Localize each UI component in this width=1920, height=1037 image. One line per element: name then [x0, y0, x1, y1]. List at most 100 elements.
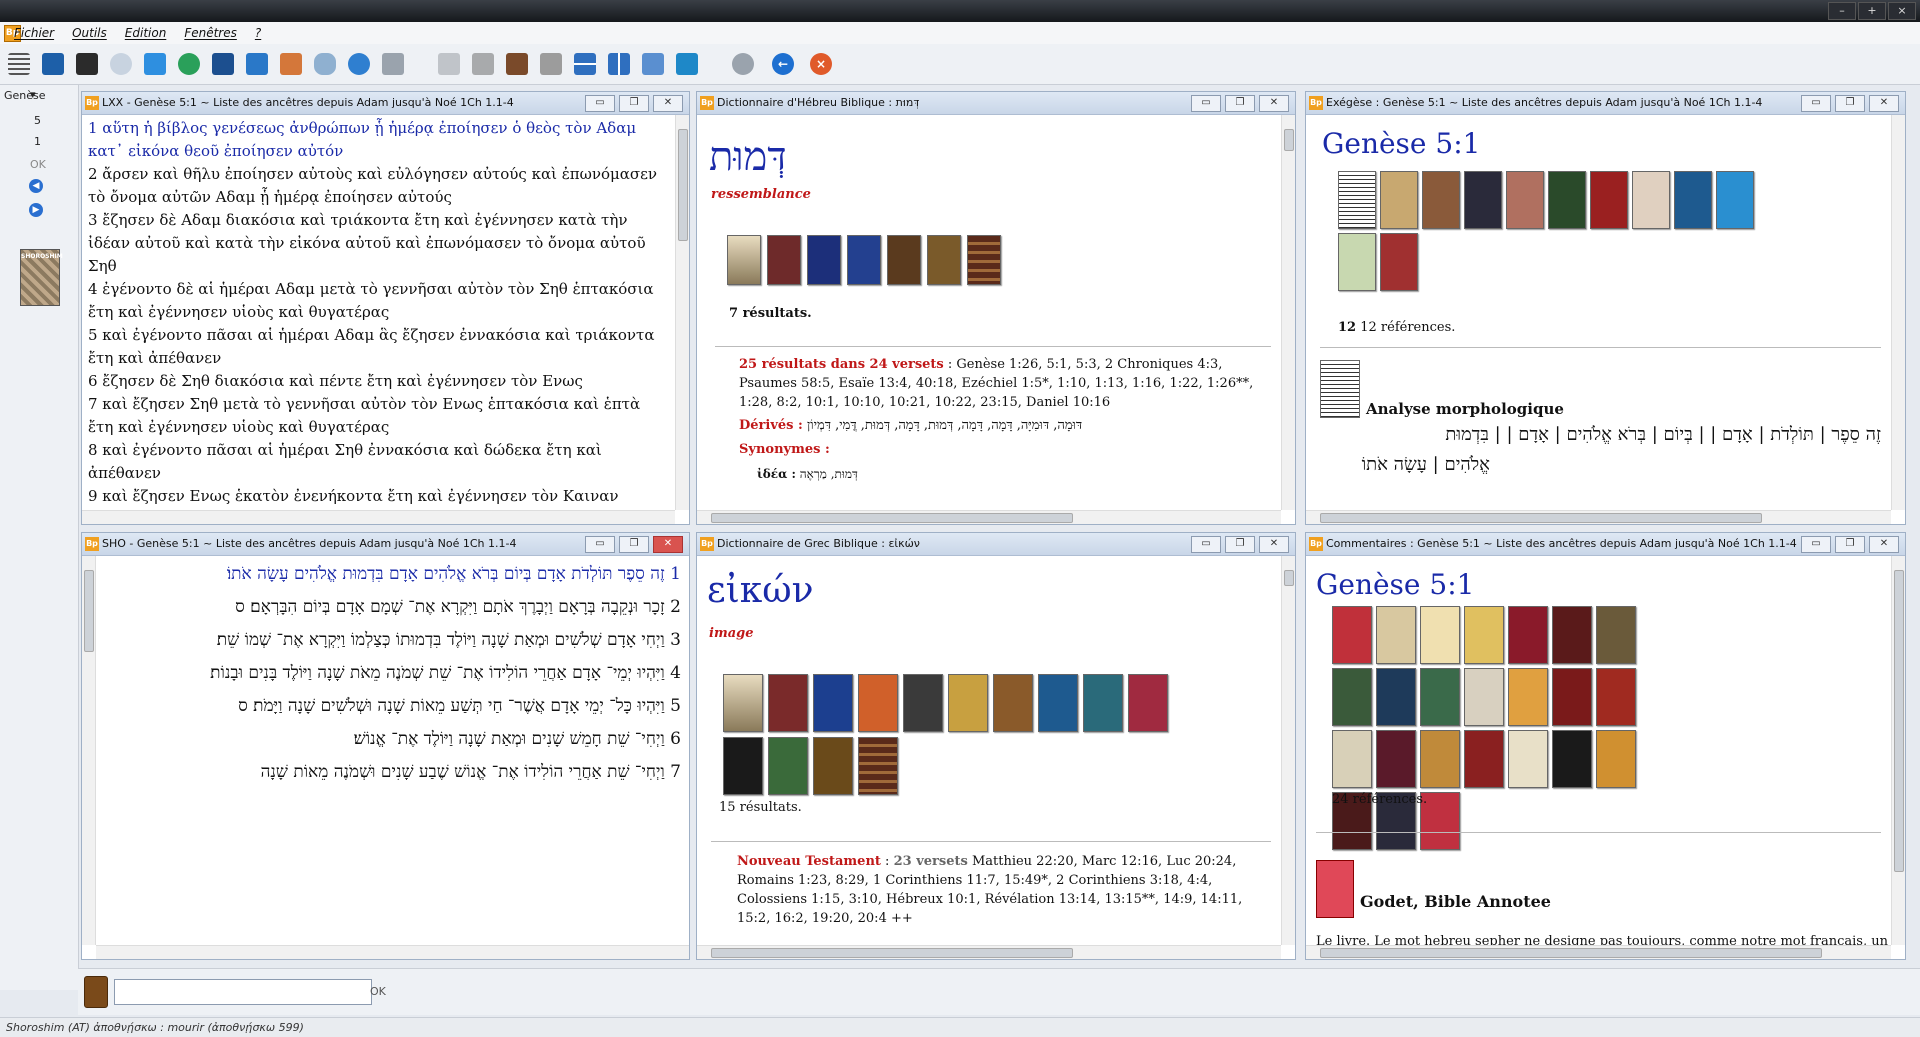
monitor-icon[interactable]: [672, 50, 702, 78]
chevron-down-icon[interactable]: ▾: [30, 88, 36, 101]
book-cover[interactable]: [1508, 606, 1548, 664]
book-cover[interactable]: [1380, 233, 1418, 291]
book-cover[interactable]: [1083, 674, 1123, 732]
restore-button[interactable]: ❐: [619, 95, 649, 112]
book-cover[interactable]: [813, 674, 853, 732]
book-cover[interactable]: [813, 737, 853, 795]
verse[interactable]: 5 καὶ ἐγένοντο πᾶσαι αἱ ἡμέραι Αδαμ ἃς ἔ…: [88, 324, 669, 370]
verse[interactable]: 3 ἔζησεν δὲ Αδαμ διακόσια καὶ τριάκοντα …: [88, 209, 669, 278]
verse[interactable]: 9 καὶ ἔζησεν Ενως ἑκατὸν ἐνενήκοντα ἔτη …: [88, 485, 669, 508]
copy-icon[interactable]: [242, 50, 272, 78]
book-cover[interactable]: [1508, 668, 1548, 726]
open-folder-icon[interactable]: [38, 50, 68, 78]
minimize-button[interactable]: ▭: [1191, 536, 1221, 553]
globe-icon[interactable]: [344, 50, 374, 78]
ok-button[interactable]: OK: [30, 158, 46, 171]
restore-button[interactable]: ❐: [1835, 536, 1865, 553]
chat-icon[interactable]: [140, 50, 170, 78]
godet-book-icon[interactable]: [1316, 860, 1354, 918]
vertical-scrollbar[interactable]: [1891, 556, 1905, 945]
morphology-book-icon[interactable]: [1320, 360, 1360, 418]
horizontal-scrollbar[interactable]: [1306, 510, 1891, 524]
morphology-line[interactable]: זֶה סֵפֶר | תּוֹלְדֹת | אָדָם | | בְּיוֹ…: [1320, 420, 1881, 450]
book-cover[interactable]: [1596, 668, 1636, 726]
verse[interactable]: 6 ἔζησεν δὲ Σηθ διακόσια καὶ πέντε ἔτη κ…: [88, 370, 669, 393]
next-arrow-icon[interactable]: ▶: [29, 203, 43, 217]
idea-value[interactable]: דְּמוּת, מַרְאֶה: [800, 467, 858, 481]
book-cover[interactable]: [1376, 668, 1416, 726]
book-cover[interactable]: [1332, 730, 1372, 788]
verse[interactable]: 4 וַיִּהְיוּ יְמֵי־ אָדָם אַחֲרֵי הוֹלִי…: [104, 657, 681, 690]
refresh-icon[interactable]: [174, 50, 204, 78]
book-cover[interactable]: [1422, 171, 1460, 229]
book-cover[interactable]: [1506, 171, 1544, 229]
book-cover[interactable]: [727, 235, 761, 285]
horizontal-scrollbar[interactable]: [697, 945, 1281, 959]
book-cover[interactable]: [1128, 674, 1168, 732]
verse[interactable]: 2 זָכָר וּנְקֵבָה בְּרָאָם וַיְבָרֶךְ אֹ…: [104, 591, 681, 624]
verse[interactable]: 1 זֶה סֵפֶר תּוֹלְדֹת אָדָם בְּיוֹם בְּר…: [104, 558, 681, 591]
book-cover[interactable]: [1338, 171, 1376, 229]
horizontal-scrollbar[interactable]: [1306, 945, 1891, 959]
book-cover[interactable]: [1552, 668, 1592, 726]
book-cover[interactable]: [1420, 606, 1460, 664]
portrait-icon[interactable]: [502, 50, 532, 78]
vertical-scrollbar[interactable]: [1281, 115, 1295, 510]
derives-list[interactable]: דּוּמָה, דּוּמִיָּה, דָּמָה, דָּמָה, דְּ…: [807, 418, 1082, 433]
book-cover[interactable]: [1380, 171, 1418, 229]
back-arrow-icon[interactable]: ←: [768, 50, 798, 78]
shoroshim-module-icon[interactable]: SHOROSHIM: [20, 249, 63, 306]
book-cover[interactable]: [1632, 171, 1670, 229]
database-icon[interactable]: [310, 50, 340, 78]
book-cover[interactable]: [927, 235, 961, 285]
previous-arrow-icon[interactable]: ◀: [29, 179, 43, 193]
restore-button[interactable]: ❐: [1225, 536, 1255, 553]
close-button[interactable]: ✕: [1869, 95, 1899, 112]
notes-icon[interactable]: [84, 976, 108, 1008]
book-cover[interactable]: [723, 674, 763, 732]
vertical-scrollbar[interactable]: [82, 556, 96, 945]
stop-icon[interactable]: ×: [806, 50, 836, 78]
book-cover[interactable]: [1596, 606, 1636, 664]
book-cover[interactable]: [1674, 171, 1712, 229]
book-cover[interactable]: [1464, 668, 1504, 726]
book-cover[interactable]: [1552, 606, 1592, 664]
menu-edition[interactable]: Edition: [125, 26, 167, 40]
search-input[interactable]: [114, 979, 372, 1005]
verse[interactable]: 7 καὶ ἔζησεν Σηθ μετὰ τὸ γεννῆσαι αὐτὸν …: [88, 393, 669, 439]
book-cover[interactable]: [1420, 730, 1460, 788]
chapter-field[interactable]: 5: [34, 114, 41, 127]
book-cover[interactable]: [1376, 730, 1416, 788]
book-cover[interactable]: [807, 235, 841, 285]
book-cover[interactable]: [1548, 171, 1586, 229]
verse-field[interactable]: 1: [34, 135, 41, 148]
verse[interactable]: 3 וַיְחִי אָדָם שְׁלֹשִׁים וּמְאַת שָׁנָ…: [104, 624, 681, 657]
minimize-button[interactable]: ▭: [1801, 95, 1831, 112]
close-button[interactable]: ✕: [653, 95, 683, 112]
close-button[interactable]: ✕: [1869, 536, 1899, 553]
book-cover[interactable]: [1716, 171, 1754, 229]
menu-fichier[interactable]: Fichier: [14, 26, 54, 40]
restore-button[interactable]: ❐: [1225, 95, 1255, 112]
book-cover[interactable]: [1508, 730, 1548, 788]
list-icon[interactable]: [4, 50, 34, 78]
close-button[interactable]: ✕: [653, 536, 683, 553]
book-cover[interactable]: [1464, 730, 1504, 788]
close-button[interactable]: ✕: [1259, 95, 1289, 112]
morphology-line[interactable]: אֱלֹהִים | עָשָׂה אֹתוֹ: [1320, 450, 1490, 480]
close-button[interactable]: ✕: [1259, 536, 1289, 553]
split-vertical-icon[interactable]: [604, 50, 634, 78]
book-cover[interactable]: [1332, 668, 1372, 726]
chart-icon[interactable]: [434, 50, 464, 78]
menu-help[interactable]: ?: [255, 26, 261, 40]
book-cover[interactable]: [768, 674, 808, 732]
minimize-button[interactable]: ▭: [585, 95, 615, 112]
horizontal-scrollbar[interactable]: [697, 510, 1281, 524]
book-cover[interactable]: [1376, 606, 1416, 664]
book-cover[interactable]: [847, 235, 881, 285]
verse[interactable]: 6 וַיְחִי־ שֵׁת חָמֵשׁ שָׁנִים וּמְאַת ש…: [104, 723, 681, 756]
book-cover[interactable]: [1464, 606, 1504, 664]
book-cover[interactable]: [723, 737, 763, 795]
library-icon[interactable]: [276, 50, 306, 78]
minimize-button[interactable]: ▭: [1191, 95, 1221, 112]
